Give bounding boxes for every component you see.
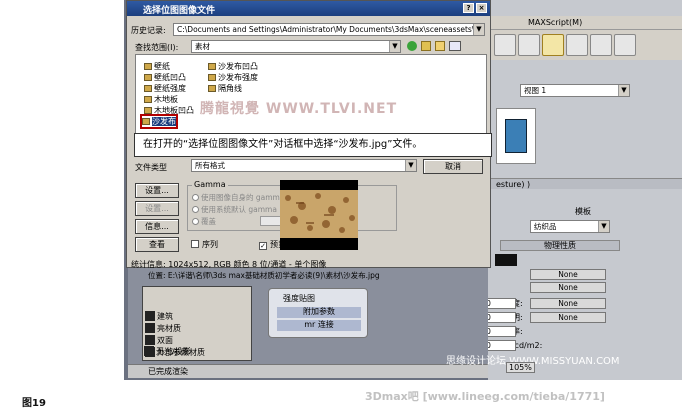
- chevron-down-icon: ▼: [618, 85, 629, 96]
- map-button[interactable]: None: [530, 269, 606, 280]
- node-param[interactable]: 附加参数: [277, 307, 361, 318]
- material-icon: [145, 323, 155, 333]
- view-button[interactable]: 查看: [135, 237, 179, 252]
- toolbar-button-active[interactable]: [542, 34, 564, 56]
- material-editor-panel: 建筑 亮材质 双面 外部参照材质 无光/投影 强度贴图 附加参数 mr 连接 已…: [128, 268, 488, 378]
- toolbar-button-2[interactable]: [518, 34, 540, 56]
- instruction-callout: 在打开的“选择位图图像文件”对话框中选择“沙发布.jpg”文件。: [134, 133, 492, 157]
- info-button[interactable]: 信息...: [135, 219, 179, 234]
- file-list: 壁纸 壁纸凹凸 壁纸强度 木地板 木地板凹凸 沙发布 沙发布凹凸 沙发布强度 隔…: [135, 54, 487, 140]
- list-item[interactable]: 建筑: [145, 311, 173, 323]
- history-select[interactable]: C:\Documents and Settings\Administrator\…: [173, 23, 485, 36]
- material-icon: [145, 335, 155, 345]
- physical-section-label: 物理性质: [544, 241, 576, 250]
- gamma-radio-override[interactable]: 覆盖: [192, 216, 216, 227]
- lookin-value: 素材: [195, 42, 210, 51]
- chevron-down-icon: ▼: [389, 41, 400, 52]
- history-value: C:\Documents and Settings\Administrator\…: [177, 25, 485, 34]
- image-file-icon: [208, 63, 216, 70]
- image-file-icon: [144, 85, 152, 92]
- setup2-button[interactable]: 设置...: [135, 201, 179, 216]
- toolbar-button-4[interactable]: [566, 34, 588, 56]
- setup-button[interactable]: 设置...: [135, 183, 179, 198]
- new-folder-icon[interactable]: [435, 41, 445, 51]
- dialog-titlebar: 选择位图图像文件 ? ×: [127, 1, 490, 16]
- image-file-icon: [208, 85, 216, 92]
- color-swatch[interactable]: [495, 254, 517, 266]
- chevron-down-icon: ▼: [405, 160, 416, 171]
- chevron-down-icon: ▼: [598, 221, 609, 232]
- image-file-icon: [144, 74, 152, 81]
- cancel-button[interactable]: 取消: [423, 159, 483, 174]
- history-label: 历史记录:: [131, 26, 166, 35]
- image-file-icon: [208, 74, 216, 81]
- toolbar-button-5[interactable]: [590, 34, 612, 56]
- list-item[interactable]: 壁纸: [144, 61, 170, 72]
- material-icon: [145, 311, 155, 321]
- figure-caption: 图19: [22, 398, 46, 409]
- list-item[interactable]: 壁纸凹凸: [144, 72, 186, 83]
- chevron-down-icon: ▼: [473, 24, 484, 35]
- list-item[interactable]: 壁纸强度: [144, 83, 186, 94]
- max-menubar: MAXScript(M): [488, 16, 682, 30]
- lookin-select[interactable]: 素材 ▼: [191, 40, 401, 53]
- list-item[interactable]: 无光/投影: [144, 346, 191, 358]
- material-swatch: [505, 119, 527, 153]
- up-folder-icon[interactable]: [421, 41, 431, 51]
- material-slot[interactable]: [496, 108, 536, 164]
- transparency-map-button[interactable]: None: [530, 298, 606, 309]
- help-icon[interactable]: ?: [463, 3, 474, 13]
- status-bar: 已完成渲染: [128, 364, 488, 378]
- close-icon[interactable]: ×: [476, 3, 487, 13]
- filetype-select[interactable]: 所有格式 ▼: [191, 159, 417, 172]
- image-file-icon: [142, 118, 150, 125]
- translucency-map-button[interactable]: None: [530, 312, 606, 323]
- fabric-preview-image: [280, 190, 358, 238]
- sequence-checkbox[interactable]: 序列: [191, 239, 218, 250]
- template-label: 模板: [575, 207, 591, 216]
- filetype-value: 所有格式: [195, 161, 225, 170]
- menu-maxscript[interactable]: MAXScript(M): [528, 18, 582, 27]
- list-item[interactable]: 沙发布凹凸: [208, 61, 258, 72]
- physical-section[interactable]: 物理性质: [500, 240, 620, 251]
- list-item-selected[interactable]: 沙发布: [140, 114, 178, 129]
- toolbar-button-1[interactable]: [494, 34, 516, 56]
- lookin-label: 查找范围(I):: [135, 43, 179, 52]
- image-preview: [280, 180, 358, 250]
- filetype-label: 文件类型: [135, 163, 167, 172]
- view-select[interactable]: 视图 1 ▼: [520, 84, 630, 97]
- material-node[interactable]: 强度贴图 附加参数 mr 连接: [268, 288, 368, 338]
- template-value: 纺织品: [534, 222, 557, 231]
- back-icon[interactable]: [407, 41, 417, 51]
- toolbar-button-6[interactable]: [614, 34, 636, 56]
- view-select-value: 视图 1: [524, 86, 547, 95]
- rollout-title: esture) ): [496, 180, 531, 189]
- view-menu-icon[interactable]: [449, 41, 461, 51]
- map-button[interactable]: None: [530, 282, 606, 293]
- status-text: 已完成渲染: [148, 367, 188, 376]
- zoom-level[interactable]: 105%: [506, 362, 535, 373]
- max-toolbar: [488, 30, 682, 60]
- list-item[interactable]: 隔角线: [208, 83, 242, 94]
- image-file-icon: [144, 63, 152, 70]
- gamma-radio-image[interactable]: 使用图像自身的 gamma: [192, 192, 284, 203]
- watermark-text: 腾龍視覺 WWW.TLVI.NET: [200, 101, 398, 117]
- source-watermark: 3Dmax吧 [www.lineeg.com/tieba/1771]: [365, 390, 605, 403]
- node-param[interactable]: mr 连接: [277, 320, 361, 331]
- template-select[interactable]: 纺织品 ▼: [530, 220, 610, 233]
- list-item[interactable]: 木地板: [144, 94, 178, 105]
- stats-text: 统计信息: 1024x512, RGB 颜色 8 位/通道 - 单个图像: [131, 260, 327, 269]
- gamma-title: Gamma: [192, 180, 228, 189]
- list-item[interactable]: 亮材质: [145, 323, 181, 335]
- image-file-icon: [144, 96, 152, 103]
- list-item[interactable]: 沙发布强度: [208, 72, 258, 83]
- dialog-title: 选择位图图像文件: [143, 6, 216, 16]
- rollout-header[interactable]: esture) ): [488, 178, 682, 189]
- location-text: 位置: E:\详谐\名师\3ds max基础材质初学者必读(9)\素材\沙发布.…: [148, 271, 380, 280]
- node-label: 强度贴图: [283, 294, 315, 303]
- image-file-icon: [144, 107, 152, 114]
- gamma-radio-system[interactable]: 使用系统默认 gamma: [192, 204, 277, 215]
- material-icon: [144, 346, 154, 356]
